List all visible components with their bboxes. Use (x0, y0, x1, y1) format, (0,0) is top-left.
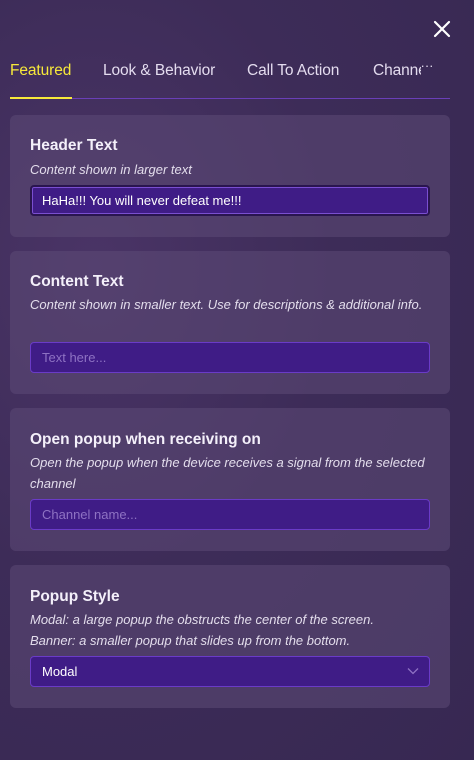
popup-style-selected-value: Modal (42, 664, 78, 679)
popup-style-description-banner: Banner: a smaller popup that slides up f… (30, 633, 351, 648)
more-tabs-button[interactable]: ··· (418, 58, 436, 80)
content-text-input[interactable] (30, 342, 430, 373)
content-text-title: Content Text (30, 273, 124, 290)
tab-overflow-clip: Channels (373, 56, 421, 96)
tab-channels[interactable]: Channels (373, 62, 421, 80)
header-text-title: Header Text (30, 137, 118, 154)
popup-style-title: Popup Style (30, 588, 120, 605)
header-text-card: Header Text Content shown in larger text… (10, 115, 450, 237)
channel-name-input[interactable] (30, 499, 430, 530)
content-text-description: Content shown in smaller text. Use for d… (30, 297, 423, 312)
settings-panel: Featured Look & Behavior Call To Action … (0, 0, 474, 760)
tab-call-to-action[interactable]: Call To Action (247, 62, 339, 80)
header-text-description: Content shown in larger text (30, 162, 192, 177)
close-icon (433, 20, 451, 38)
popup-style-card: Popup Style Modal: a large popup the obs… (10, 565, 450, 708)
content-text-card: Content Text Content shown in smaller te… (10, 251, 450, 394)
popup-style-select[interactable]: Modal (30, 656, 430, 687)
active-tab-indicator (10, 97, 72, 99)
tab-featured[interactable]: Featured (10, 62, 71, 80)
close-button[interactable] (430, 17, 454, 41)
header-text-input[interactable]: HaHa!!! You will never defeat me!!! (30, 185, 430, 216)
chevron-down-icon (407, 668, 419, 675)
open-popup-description: Open the popup when the device receives … (30, 455, 425, 491)
open-popup-card: Open popup when receiving on Open the po… (10, 408, 450, 551)
more-icon: ··· (420, 58, 434, 73)
tab-look-behavior[interactable]: Look & Behavior (103, 62, 215, 80)
popup-style-description-modal: Modal: a large popup the obstructs the c… (30, 612, 374, 627)
open-popup-title: Open popup when receiving on (30, 431, 261, 448)
tab-bar: Featured Look & Behavior Call To Action … (10, 56, 450, 99)
